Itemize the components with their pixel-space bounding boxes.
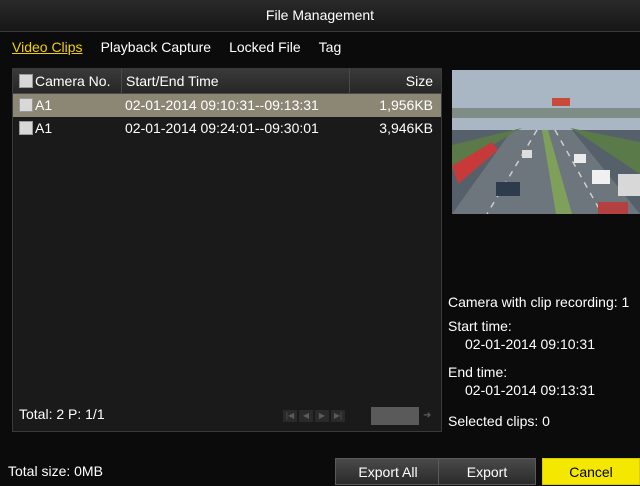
row-time: 02-01-2014 09:10:31--09:13:31 <box>125 97 319 113</box>
list-footer: Total: 2 P: 1/1 |◀ ◀ ▶ ▶| ➜ <box>13 403 441 430</box>
row-camera-cell: A1 <box>19 94 119 117</box>
pagination: |◀ ◀ ▶ ▶| <box>283 410 345 422</box>
total-size: Total size: 0MB <box>8 463 103 479</box>
tab-tag[interactable]: Tag <box>319 36 342 60</box>
header-camera-label: Camera No. <box>35 73 111 89</box>
tab-video-clips[interactable]: Video Clips <box>12 36 83 60</box>
select-all-checkbox[interactable] <box>19 74 33 88</box>
row-size: 3,946KB <box>379 120 433 136</box>
window-title: File Management <box>0 0 640 32</box>
tab-locked-file[interactable]: Locked File <box>229 36 301 60</box>
total-count: Total: 2 P: 1/1 <box>19 406 105 422</box>
clip-preview-thumbnail <box>452 70 640 214</box>
go-arrow-icon[interactable]: ➜ <box>423 410 437 422</box>
end-time-label: End time: <box>448 364 508 380</box>
export-all-button[interactable]: Export All <box>335 458 441 485</box>
row-checkbox[interactable] <box>19 98 33 112</box>
clip-list-header: Camera No. Start/End Time Size <box>13 69 441 94</box>
prev-page-icon[interactable]: ◀ <box>299 410 313 422</box>
export-button[interactable]: Export <box>438 458 536 485</box>
clip-list-panel: Camera No. Start/End Time Size A1 02-01-… <box>12 68 442 432</box>
last-page-icon[interactable]: ▶| <box>331 410 345 422</box>
next-page-icon[interactable]: ▶ <box>315 410 329 422</box>
row-size: 1,956KB <box>379 97 433 113</box>
table-row[interactable]: A1 02-01-2014 09:24:01--09:30:01 3,946KB <box>13 117 441 140</box>
selected-clips-count: Selected clips: 0 <box>448 413 550 429</box>
highway-image <box>452 70 640 214</box>
cancel-button[interactable]: Cancel <box>542 458 640 485</box>
table-row[interactable]: A1 02-01-2014 09:10:31--09:13:31 1,956KB <box>13 94 441 117</box>
page-number-input[interactable] <box>371 407 419 425</box>
header-camera: Camera No. <box>19 69 119 93</box>
first-page-icon[interactable]: |◀ <box>283 410 297 422</box>
tab-playback-capture[interactable]: Playback Capture <box>101 36 212 60</box>
tab-bar: Video Clips Playback Capture Locked File… <box>12 36 341 60</box>
row-camera: A1 <box>35 120 53 136</box>
camera-recording-info: Camera with clip recording: 1 <box>448 294 630 310</box>
start-time-label: Start time: <box>448 318 512 334</box>
row-checkbox[interactable] <box>19 121 33 135</box>
row-time: 02-01-2014 09:24:01--09:30:01 <box>125 120 319 136</box>
start-time-value: 02-01-2014 09:10:31 <box>465 336 595 352</box>
row-camera: A1 <box>35 97 53 113</box>
end-time-value: 02-01-2014 09:13:31 <box>465 382 595 398</box>
header-time[interactable]: Start/End Time <box>121 69 356 93</box>
header-size[interactable]: Size <box>349 69 437 93</box>
row-camera-cell: A1 <box>19 117 119 140</box>
